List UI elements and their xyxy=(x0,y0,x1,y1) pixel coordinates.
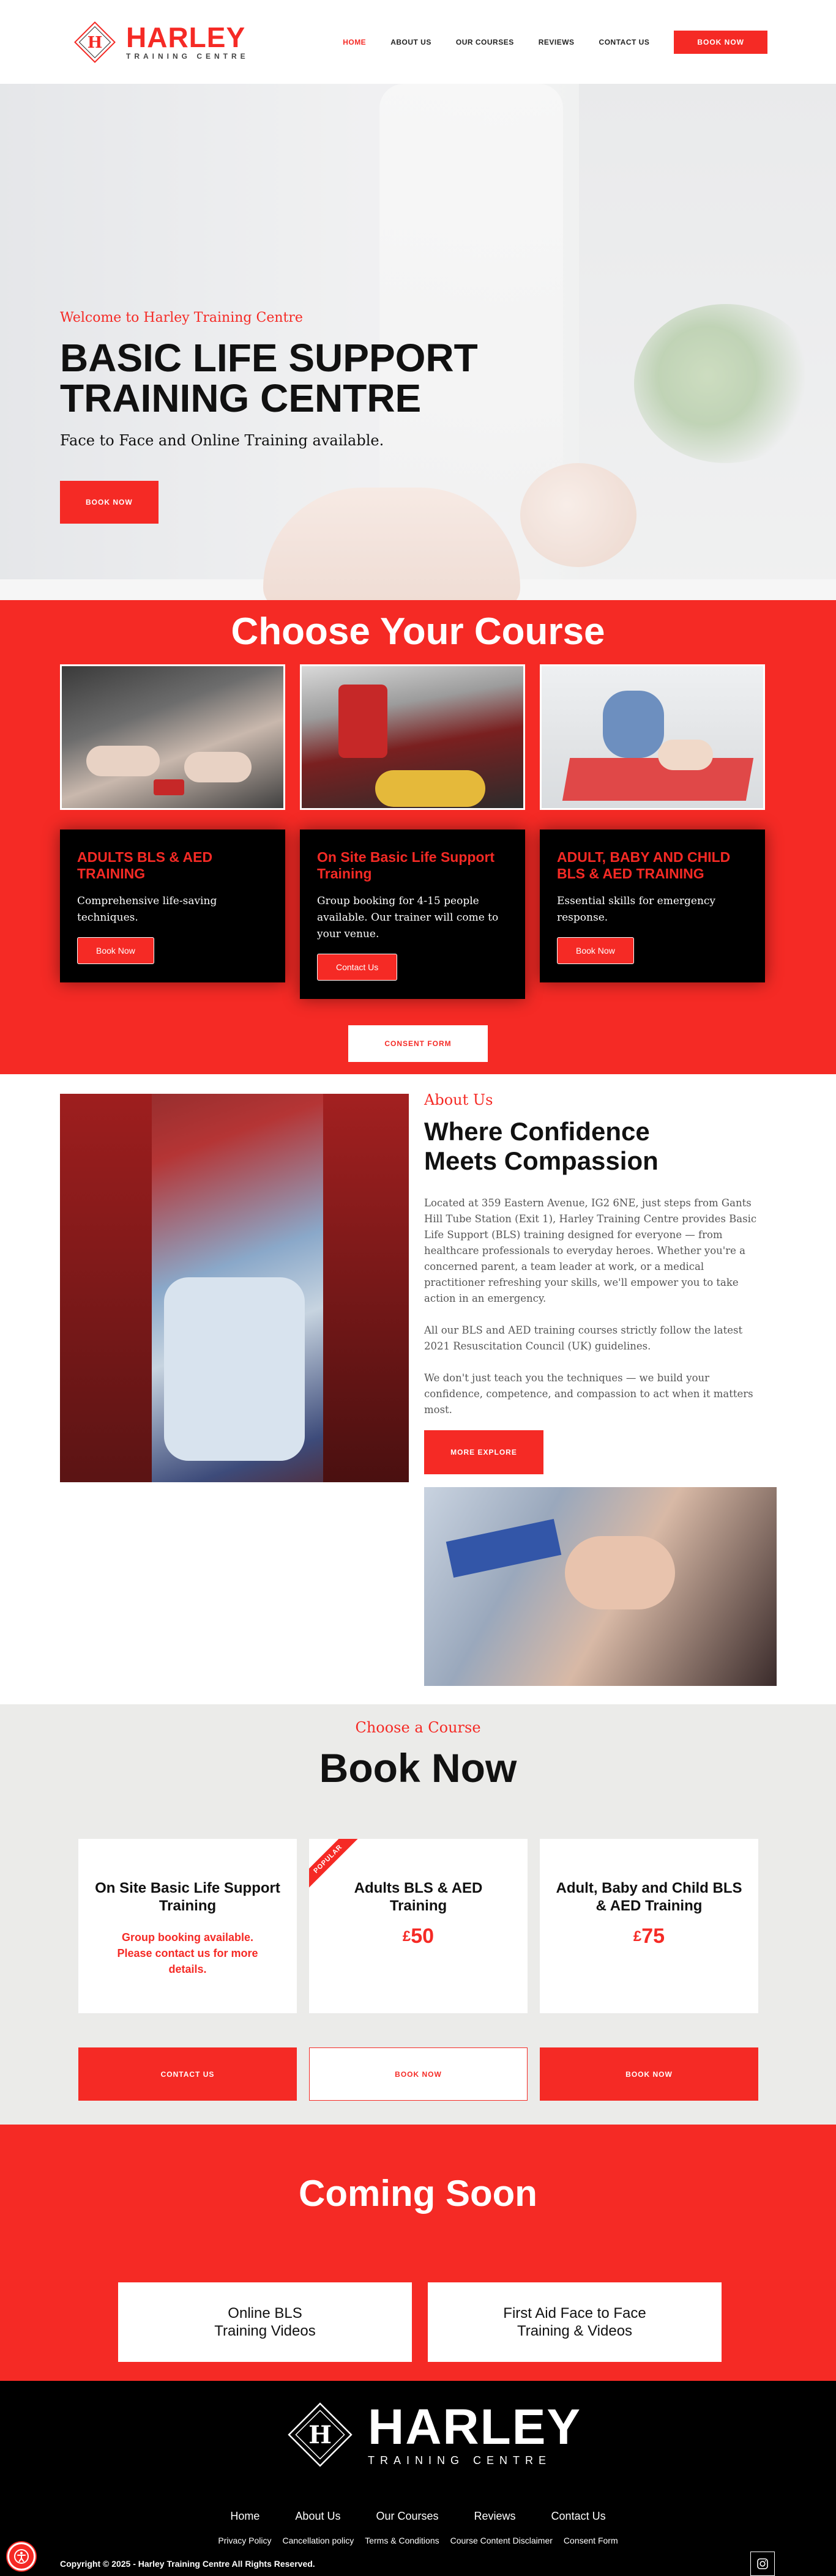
course-card: ADULTS BLS & AED TRAINING Comprehensive … xyxy=(60,664,285,999)
hero-book-now-button[interactable]: BOOK NOW xyxy=(60,481,159,524)
course-card: ADULT, BABY AND CHILD BLS & AED TRAINING… xyxy=(540,664,765,999)
pricing-card-price: £50 xyxy=(309,1925,528,1948)
nav-contact-us[interactable]: CONTACT US xyxy=(599,38,650,46)
course-photo-adults xyxy=(60,664,285,810)
choose-course-title: Choose Your Course xyxy=(231,611,605,653)
pricing-contact-us-button[interactable]: CONTACT US xyxy=(78,2047,297,2101)
course-card: On Site Basic Life Support Training Grou… xyxy=(300,664,525,999)
book-now-section: Choose a Course Book Now On Site Basic L… xyxy=(0,1704,836,2125)
hero-content: Welcome to Harley Training Centre BASIC … xyxy=(60,310,478,524)
hero-subtitle: Face to Face and Online Training availab… xyxy=(60,432,384,449)
svg-text:H: H xyxy=(308,2421,332,2449)
footer-logo[interactable]: H HARLEY TRAINING CENTRE xyxy=(285,2399,581,2470)
hero-title-line1: BASIC LIFE SUPPORT xyxy=(60,336,478,380)
pricing-card-price: £75 xyxy=(540,1925,758,1948)
coming-soon-section: Coming Soon Online BLS Training Videos F… xyxy=(0,2125,836,2381)
main-nav: HOME ABOUT US OUR COURSES REVIEWS CONTAC… xyxy=(343,30,767,54)
pricing-card-title: On Site Basic Life Support Training xyxy=(95,1880,280,1914)
copyright: Copyright © 2025 - Harley Training Centr… xyxy=(60,2559,315,2569)
pricing-buttons: CONTACT US BOOK NOW BOOK NOW xyxy=(78,2047,758,2101)
about-image-paramedics xyxy=(60,1094,409,1482)
pricing-book-now-button[interactable]: BOOK NOW xyxy=(309,2047,528,2101)
footer-nav-about-us[interactable]: About Us xyxy=(295,2510,340,2523)
footer-link-consent-form[interactable]: Consent Form xyxy=(564,2536,618,2545)
about-title-line1: Where Confidence xyxy=(424,1117,650,1146)
footer-nav-contact-us[interactable]: Contact Us xyxy=(551,2510,606,2523)
coming-soon-card[interactable]: First Aid Face to Face Training & Videos xyxy=(428,2282,722,2362)
price-value: 75 xyxy=(641,1925,665,1948)
footer-nav: Home About Us Our Courses Reviews Contac… xyxy=(0,2510,836,2523)
logo-diamond-icon: H xyxy=(288,2402,353,2467)
pricing-card-title: Adult, Baby and Child BLS & AED Training xyxy=(556,1880,742,1914)
coming-soon-card[interactable]: Online BLS Training Videos xyxy=(118,2282,412,2362)
price-currency: £ xyxy=(402,1928,411,1945)
pricing-cards: On Site Basic Life Support Training Grou… xyxy=(78,1839,758,2013)
footer-nav-reviews[interactable]: Reviews xyxy=(474,2510,516,2523)
about-title: Where Confidence Meets Compassion xyxy=(424,1117,767,1176)
coming-soon-title: Coming Soon xyxy=(299,2173,537,2214)
consent-form-button[interactable]: CONSENT FORM xyxy=(348,1025,488,1062)
logo-text: HARLEY xyxy=(126,21,246,53)
course-card-title: ADULT, BABY AND CHILD BLS & AED TRAINING xyxy=(557,849,731,882)
hero-section: Welcome to Harley Training Centre BASIC … xyxy=(0,84,836,600)
about-kicker: About Us xyxy=(424,1091,493,1108)
choose-course-section: Choose Your Course ADULTS BLS & AED TRAI… xyxy=(0,600,836,1074)
hero-title-line2: TRAINING CENTRE xyxy=(60,376,422,420)
nav-our-courses[interactable]: OUR COURSES xyxy=(456,38,514,46)
pricing-card-adults: POPULAR Adults BLS & AED Training £50 xyxy=(309,1839,528,2013)
course-card-book-now-button[interactable]: Book Now xyxy=(557,937,634,964)
pricing-book-now-button[interactable]: BOOK NOW xyxy=(540,2047,758,2101)
accessibility-icon[interactable] xyxy=(7,2542,35,2570)
footer-nav-our-courses[interactable]: Our Courses xyxy=(376,2510,438,2523)
course-photo-baby-child xyxy=(540,664,765,810)
about-text: About Us Where Confidence Meets Compassi… xyxy=(424,1091,767,1418)
footer-logo-text: HARLEY xyxy=(368,2399,582,2455)
svg-text:H: H xyxy=(88,34,103,52)
nav-home[interactable]: HOME xyxy=(343,38,366,46)
pricing-card-onsite: On Site Basic Life Support Training Grou… xyxy=(78,1839,297,2013)
price-currency: £ xyxy=(633,1928,642,1945)
about-paragraph: Located at 359 Eastern Avenue, IG2 6NE, … xyxy=(424,1197,757,1304)
coming-soon-cards: Online BLS Training Videos First Aid Fac… xyxy=(118,2282,722,2362)
nav-reviews[interactable]: REVIEWS xyxy=(539,38,575,46)
footer-link-privacy-policy[interactable]: Privacy Policy xyxy=(218,2536,271,2545)
site-header: H HARLEY TRAINING CENTRE HOME ABOUT US O… xyxy=(0,0,836,84)
hero-title: BASIC LIFE SUPPORT TRAINING CENTRE xyxy=(60,338,478,418)
book-now-title: Book Now xyxy=(319,1745,517,1791)
header-book-now-button[interactable]: BOOK NOW xyxy=(674,30,767,54)
about-paragraph: All our BLS and AED training courses str… xyxy=(424,1324,743,1352)
logo-subtext: TRAINING CENTRE xyxy=(126,51,249,61)
course-card-text: Comprehensive life-saving techniques. xyxy=(77,895,217,924)
about-section: About Us Where Confidence Meets Compassi… xyxy=(0,1074,836,1704)
course-card-book-now-button[interactable]: Book Now xyxy=(77,937,154,964)
pricing-card-baby-child: Adult, Baby and Child BLS & AED Training… xyxy=(540,1839,758,2013)
site-footer: H HARLEY TRAINING CENTRE Home About Us O… xyxy=(0,2381,836,2576)
price-value: 50 xyxy=(411,1925,435,1948)
course-card-title: ADULTS BLS & AED TRAINING xyxy=(77,849,213,882)
footer-logo-subtext: TRAINING CENTRE xyxy=(368,2454,552,2467)
course-card-text: Essential skills for emergency response. xyxy=(557,895,716,924)
logo-diamond-icon: H xyxy=(72,20,118,65)
course-card-contact-us-button[interactable]: Contact Us xyxy=(317,954,398,981)
footer-legal-links: Privacy Policy Cancellation policy Terms… xyxy=(0,2536,836,2545)
instagram-icon[interactable] xyxy=(750,2552,775,2576)
pricing-card-title: Adults BLS & AED Training xyxy=(354,1880,483,1914)
footer-link-cancellation-policy[interactable]: Cancellation policy xyxy=(283,2536,354,2545)
about-image-cpr xyxy=(424,1487,777,1686)
about-paragraph: We don't just teach you the techniques —… xyxy=(424,1372,753,1416)
footer-nav-home[interactable]: Home xyxy=(230,2510,259,2523)
footer-link-disclaimer[interactable]: Course Content Disclaimer xyxy=(450,2536,553,2545)
course-card-text: Group booking for 4-15 people available.… xyxy=(317,895,499,940)
footer-link-terms[interactable]: Terms & Conditions xyxy=(365,2536,439,2545)
course-card-title: On Site Basic Life Support Training xyxy=(317,849,495,882)
hero-welcome: Welcome to Harley Training Centre xyxy=(60,310,303,325)
nav-about-us[interactable]: ABOUT US xyxy=(390,38,431,46)
book-now-kicker: Choose a Course xyxy=(355,1719,481,1736)
course-photo-onsite xyxy=(300,664,525,810)
more-explore-button[interactable]: MORE EXPLORE xyxy=(424,1430,543,1474)
course-cards: ADULTS BLS & AED TRAINING Comprehensive … xyxy=(60,664,765,999)
about-title-line2: Meets Compassion xyxy=(424,1146,659,1175)
pricing-card-note: Group booking available. Please contact … xyxy=(117,1931,258,1975)
site-logo[interactable]: H HARLEY TRAINING CENTRE xyxy=(72,20,249,65)
